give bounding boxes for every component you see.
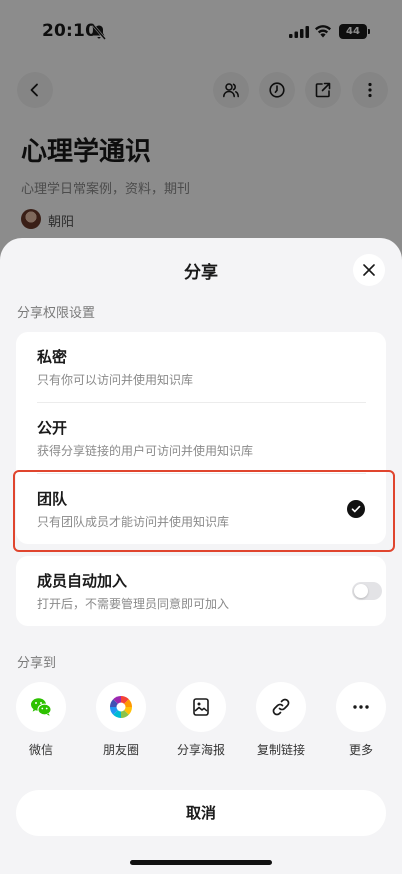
auto-join-row: 成员自动加入 打开后，不需要管理员同意即可加入 (16, 556, 386, 626)
link-icon (272, 698, 290, 716)
auto-join-toggle[interactable] (352, 582, 382, 600)
close-button[interactable] (353, 254, 385, 286)
auto-join-title: 成员自动加入 (37, 572, 128, 590)
share-label: 更多 (348, 743, 373, 757)
share-label: 微信 (28, 743, 53, 757)
share-more[interactable]: 更多 (333, 682, 389, 758)
option-title: 私密 (37, 348, 68, 366)
poster-icon (193, 698, 209, 716)
more-icon (353, 705, 369, 709)
share-label: 分享海报 (176, 743, 225, 757)
option-private[interactable]: 私密 只有你可以访问并使用知识库 (16, 332, 386, 402)
share-wechat[interactable]: 微信 (13, 682, 69, 758)
share-poster-circle (176, 682, 226, 732)
auto-join-subtitle: 打开后，不需要管理员同意即可加入 (37, 597, 230, 611)
share-label: 朋友圈 (102, 743, 139, 757)
auto-join-card: 成员自动加入 打开后，不需要管理员同意即可加入 (16, 556, 386, 626)
toggle-knob (354, 584, 368, 598)
wechat-icon (31, 698, 52, 716)
close-icon (363, 264, 375, 276)
share-poster[interactable]: 分享海报 (173, 682, 229, 758)
share-to-section-label: 分享到 (17, 656, 57, 671)
option-public[interactable]: 公开 获得分享链接的用户可访问并使用知识库 (16, 403, 386, 473)
share-more-circle (336, 682, 386, 732)
share-moments-circle (96, 682, 146, 732)
sheet-title: 分享 (184, 263, 218, 283)
home-indicator[interactable] (130, 860, 272, 865)
share-copy-link[interactable]: 复制链接 (253, 682, 309, 758)
share-wechat-circle (16, 682, 66, 732)
share-label: 复制链接 (256, 743, 305, 757)
share-copy-link-circle (256, 682, 306, 732)
share-moments[interactable]: 朋友圈 (93, 682, 149, 758)
option-subtitle: 获得分享链接的用户可访问并使用知识库 (37, 444, 254, 458)
cancel-button[interactable]: 取消 (16, 790, 386, 836)
moments-icon (109, 695, 133, 719)
selection-highlight (13, 470, 395, 552)
share-sheet: 分享 分享权限设置 私密 只有你可以访问并使用知识库 公开 获得分享链接的用户可… (0, 238, 402, 874)
option-title: 公开 (37, 419, 68, 437)
option-subtitle: 只有你可以访问并使用知识库 (37, 373, 194, 387)
permission-section-label: 分享权限设置 (17, 306, 96, 321)
